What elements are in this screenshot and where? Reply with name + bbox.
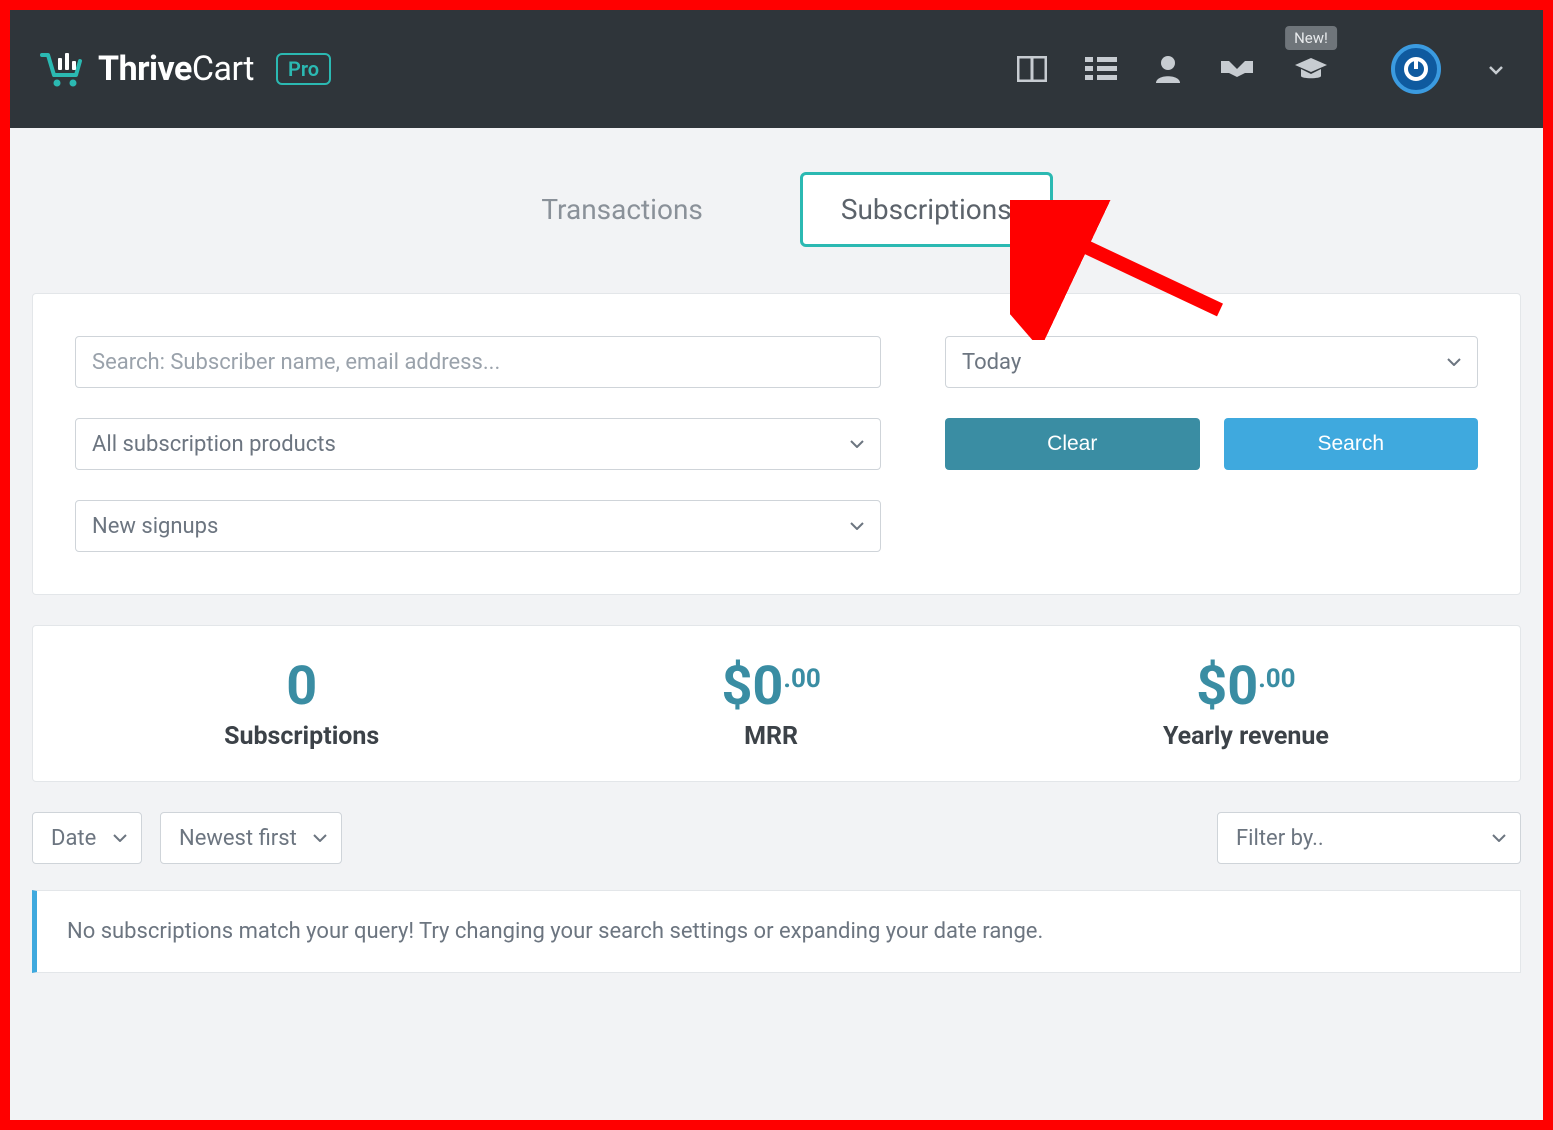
new-badge: New! xyxy=(1285,26,1337,50)
sort-field-select[interactable]: Date xyxy=(32,812,142,864)
pro-badge: Pro xyxy=(276,53,331,85)
date-range-select[interactable]: Today xyxy=(945,336,1478,388)
topbar: ThriveCart Pro New! xyxy=(10,10,1543,128)
stat-yearly-value: $0.00 xyxy=(1163,660,1329,714)
graduation-icon[interactable]: New! xyxy=(1293,56,1329,82)
tab-transactions[interactable]: Transactions xyxy=(500,172,744,247)
user-icon[interactable] xyxy=(1155,55,1181,83)
sort-direction-select[interactable]: Newest first xyxy=(160,812,342,864)
stat-mrr: $0.00 MRR xyxy=(721,660,820,751)
filter-panel: Today All subscription products Clear Se… xyxy=(32,293,1521,595)
cart-logo-icon xyxy=(40,49,84,89)
search-input[interactable] xyxy=(75,336,881,388)
nav-icons: New! xyxy=(1017,44,1503,94)
handshake-icon[interactable] xyxy=(1219,57,1255,81)
stats-panel: 0 Subscriptions $0.00 MRR $0.00 Yearly r… xyxy=(32,625,1521,782)
signups-select[interactable]: New signups xyxy=(75,500,881,552)
stat-mrr-value: $0.00 xyxy=(721,660,820,714)
filter-by-select[interactable]: Filter by.. xyxy=(1217,812,1521,864)
stat-subscriptions-label: Subscriptions xyxy=(224,722,379,751)
account-caret-icon[interactable] xyxy=(1489,59,1503,80)
power-button[interactable] xyxy=(1391,44,1441,94)
empty-message: No subscriptions match your query! Try c… xyxy=(32,890,1521,973)
sort-row: Date Newest first Filter by.. xyxy=(32,812,1521,864)
stat-mrr-label: MRR xyxy=(721,722,820,751)
layout-icon[interactable] xyxy=(1017,56,1047,82)
search-button[interactable]: Search xyxy=(1224,418,1479,470)
product-select[interactable]: All subscription products xyxy=(75,418,881,470)
stat-subscriptions-value: 0 xyxy=(224,660,379,714)
tab-row: Transactions Subscriptions xyxy=(10,128,1543,293)
stat-yearly: $0.00 Yearly revenue xyxy=(1163,660,1329,751)
brand-logo[interactable]: ThriveCart Pro xyxy=(40,49,331,89)
stat-yearly-label: Yearly revenue xyxy=(1163,722,1329,751)
tab-subscriptions[interactable]: Subscriptions xyxy=(800,172,1053,247)
list-icon[interactable] xyxy=(1085,57,1117,81)
clear-button[interactable]: Clear xyxy=(945,418,1200,470)
brand-name: ThriveCart xyxy=(98,49,254,89)
stat-subscriptions: 0 Subscriptions xyxy=(224,660,379,751)
